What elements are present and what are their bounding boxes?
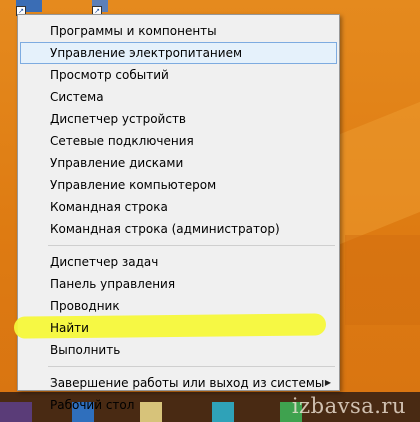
menu-item-power-options[interactable]: Управление электропитанием <box>20 42 337 64</box>
menu-item-command-prompt[interactable]: Командная строка <box>18 196 339 218</box>
menu-item-shutdown-signout[interactable]: Завершение работы или выход из системы ▶ <box>18 372 339 394</box>
wallpaper-shape <box>345 235 420 325</box>
menu-item-event-viewer[interactable]: Просмотр событий <box>18 64 339 86</box>
menu-item-label: Завершение работы или выход из системы <box>50 376 325 390</box>
wallpaper-shape <box>335 99 420 247</box>
menu-item-run[interactable]: Выполнить <box>18 339 339 361</box>
menu-item-command-prompt-admin[interactable]: Командная строка (администратор) <box>18 218 339 240</box>
menu-item-disk-management[interactable]: Управление дисками <box>18 152 339 174</box>
menu-item-desktop[interactable]: Рабочий стол <box>18 394 339 416</box>
menu-item-control-panel[interactable]: Панель управления <box>18 273 339 295</box>
menu-item-programs-features[interactable]: Программы и компоненты <box>18 20 339 42</box>
menu-item-system[interactable]: Система <box>18 86 339 108</box>
menu-item-network-connections[interactable]: Сетевые подключения <box>18 130 339 152</box>
chevron-right-icon: ▶ <box>324 378 331 387</box>
menu-separator <box>48 366 335 367</box>
menu-item-task-manager[interactable]: Диспетчер задач <box>18 251 339 273</box>
menu-item-search[interactable]: Найти <box>18 317 339 339</box>
winx-context-menu: Программы и компоненты Управление электр… <box>17 14 340 412</box>
menu-item-computer-management[interactable]: Управление компьютером <box>18 174 339 196</box>
menu-separator <box>48 245 335 246</box>
menu-item-device-manager[interactable]: Диспетчер устройств <box>18 108 339 130</box>
